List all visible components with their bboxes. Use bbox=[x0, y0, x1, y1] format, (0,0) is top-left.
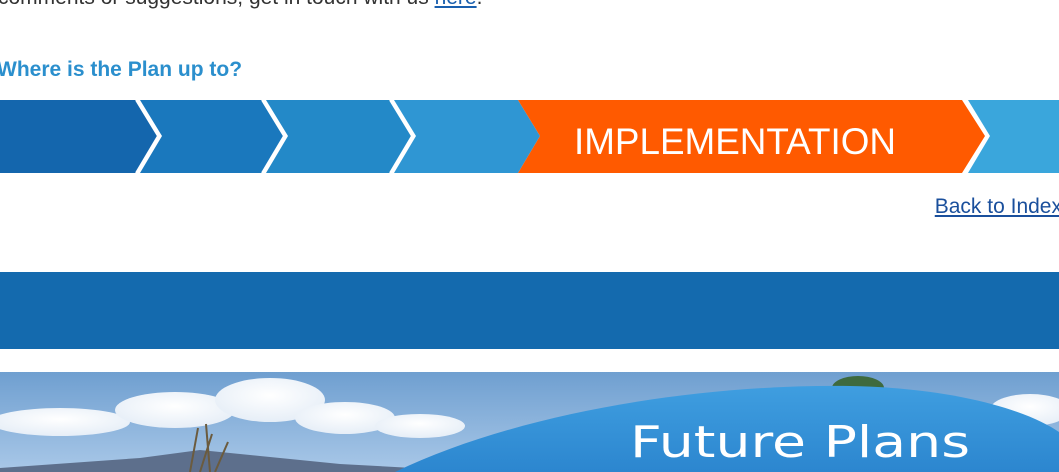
banner-title: Future Plans bbox=[630, 417, 970, 468]
stage-3 bbox=[266, 100, 412, 173]
section-header-band bbox=[0, 272, 1059, 349]
stage-1 bbox=[0, 100, 158, 173]
stage-4 bbox=[394, 100, 540, 173]
back-to-index-link[interactable]: Back to Index bbox=[935, 195, 1059, 219]
plan-progress-bar: IMPLEMENTATION bbox=[0, 99, 1059, 174]
stage-2 bbox=[140, 100, 284, 173]
future-plans-banner: Future Plans bbox=[0, 372, 1059, 472]
current-stage-label: IMPLEMENTATION bbox=[574, 121, 896, 162]
